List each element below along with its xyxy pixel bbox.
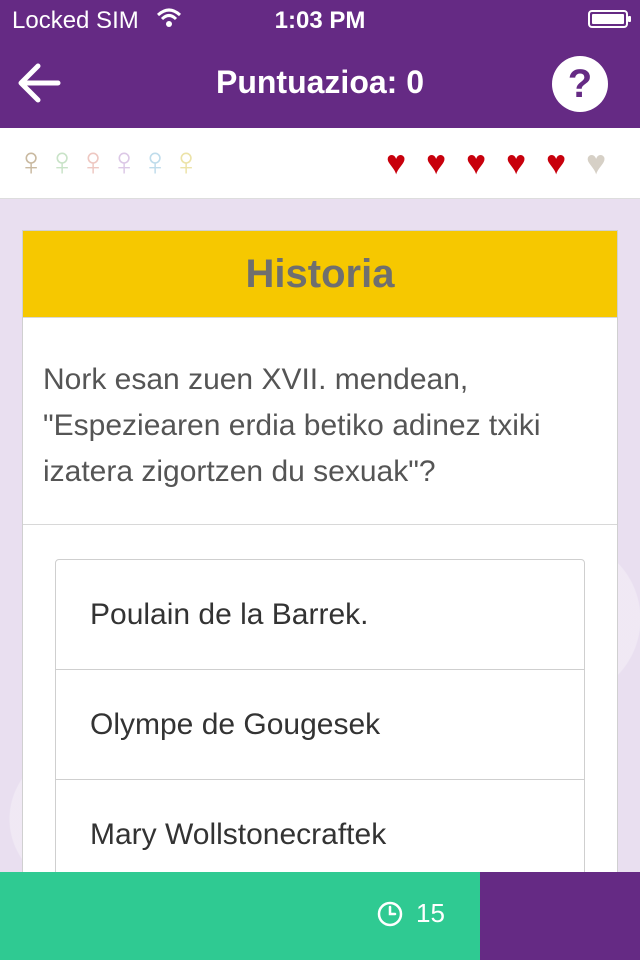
heart-icon: ♥ — [466, 144, 487, 182]
venus-icon: ♀ — [171, 140, 201, 184]
header-bar: Locked SIM 1:03 PM Puntuazioa: 0 ? — [0, 0, 640, 128]
venus-icon: ♀ — [140, 140, 170, 184]
timer-bar-remaining — [480, 872, 640, 960]
venus-icon: ♀ — [109, 140, 139, 184]
battery-icon — [588, 10, 631, 28]
timer-bar — [0, 872, 480, 960]
heart-icon: ♥ — [386, 144, 407, 182]
clock-label: 1:03 PM — [274, 7, 366, 34]
status-bar: Locked SIM 1:03 PM — [0, 0, 640, 40]
heart-icon: ♥ — [546, 144, 567, 182]
heart-icon: ♥ — [426, 144, 447, 182]
broken-heart-icon: ♥ — [586, 144, 607, 182]
venus-icon: ♀ — [16, 140, 46, 184]
progress-bar-row: ♀ ♀ ♀ ♀ ♀ ♀ ♥ ♥ ♥ ♥ ♥ ♥ — [0, 128, 640, 199]
score-title: Puntuazioa: 0 — [215, 64, 424, 100]
heart-icon: ♥ — [506, 144, 527, 182]
question-card: Historia Nork esan zuen XVII. mendean, "… — [22, 230, 618, 899]
clock-icon — [376, 900, 404, 928]
answer-list: Poulain de la Barrek. Olympe de Gougesek… — [55, 559, 585, 899]
answer-option[interactable]: Olympe de Gougesek — [56, 670, 584, 780]
timer-value: 15 — [416, 898, 445, 928]
venus-icon: ♀ — [47, 140, 77, 184]
category-title: Historia — [23, 231, 617, 318]
venus-icon: ♀ — [78, 140, 108, 184]
answer-option[interactable]: Poulain de la Barrek. — [56, 560, 584, 670]
question-text: Nork esan zuen XVII. mendean, "Espeziear… — [43, 363, 541, 488]
help-button[interactable]: ? — [552, 56, 608, 112]
divider — [23, 524, 617, 525]
